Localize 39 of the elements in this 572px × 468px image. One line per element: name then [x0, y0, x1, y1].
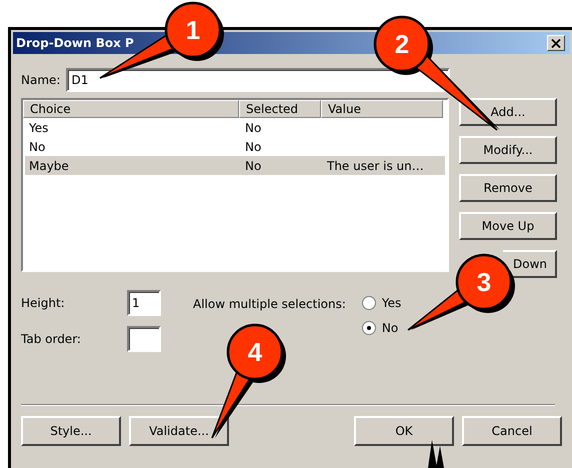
dialog-button[interactable]: Cancel — [462, 416, 562, 446]
window-title: Drop-Down Box P — [16, 36, 134, 50]
radio-label[interactable]: No — [382, 321, 398, 335]
side-button[interactable]: Modify... — [459, 136, 557, 164]
side-button[interactable]: Add... — [459, 98, 557, 126]
selected-cell-text: No — [244, 120, 262, 134]
radio-label[interactable]: Yes — [382, 296, 402, 310]
value-cell-text: The user is un… — [326, 158, 425, 172]
close-icon — [551, 38, 561, 48]
tab-order-field[interactable] — [127, 326, 161, 352]
callout-balloon: 3 — [407, 254, 515, 331]
choice-cell-text: Maybe — [28, 158, 70, 172]
column-header[interactable]: Value — [321, 100, 443, 118]
column-header[interactable]: Selected — [239, 100, 321, 118]
list-row[interactable]: Yes No — [25, 118, 445, 137]
name-field[interactable]: D1 — [66, 68, 450, 92]
height-label: Height: — [21, 296, 66, 310]
radio-button[interactable] — [362, 321, 376, 335]
side-button[interactable]: Remove — [459, 174, 557, 202]
dialog-button[interactable]: Validate... — [129, 416, 229, 446]
multiple-selections-label: Allow multiple selections: — [193, 297, 346, 313]
name-label: Name: — [21, 73, 60, 87]
side-button[interactable]: Down — [503, 250, 557, 278]
selected-cell-text: No — [244, 140, 262, 154]
choice-cell-text: No — [28, 140, 46, 154]
dialog-button[interactable]: Style... — [21, 416, 121, 446]
list-row[interactable]: Maybe No The user is un… — [25, 156, 445, 175]
side-button[interactable]: Move Up — [459, 212, 557, 240]
list-row[interactable]: No No — [25, 137, 445, 156]
column-header[interactable]: Choice — [23, 100, 239, 118]
height-field[interactable]: 1 — [127, 290, 161, 316]
selected-cell-text: No — [244, 158, 262, 172]
choices-list[interactable]: Choice Selected Value Yes No No No Maybe No The user is un… — [21, 98, 449, 272]
tab-order-label: Tab order: — [21, 332, 82, 346]
close-button[interactable] — [547, 35, 565, 51]
radio-button[interactable] — [362, 296, 376, 310]
callout-balloon: 4 — [211, 324, 286, 439]
choice-cell-text: Yes — [28, 120, 50, 134]
dialog-button[interactable]: OK — [354, 416, 454, 446]
